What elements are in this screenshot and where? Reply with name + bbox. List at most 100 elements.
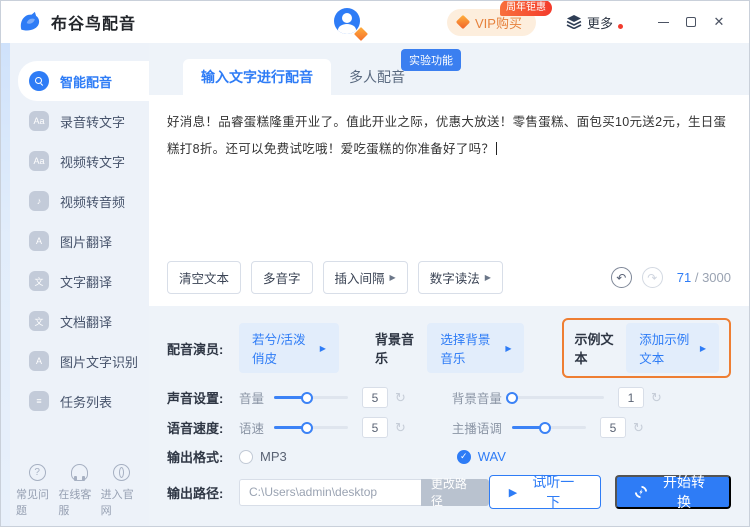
speed-row: 语音速度: 语速 5 ↻ 主播语调 5 ↻ (167, 417, 731, 438)
radio-unchecked-icon (239, 449, 253, 464)
preview-button[interactable]: ▶ 试听一下 (488, 474, 602, 510)
customer-service-button[interactable]: 在线客服 (58, 464, 100, 518)
sidebar-item-label: 智能配音 (60, 74, 113, 90)
speed-slider-handle[interactable] (300, 421, 313, 434)
add-sample-text-button[interactable]: 添加示例文本 ▶ (626, 323, 719, 373)
volume-reset-icon[interactable]: ↻ (395, 390, 406, 406)
sound-row: 声音设置: 音量 5 ↻ 背景音量 1 ↻ (167, 387, 731, 408)
notification-dot (618, 23, 623, 29)
app-window: 布谷鸟配音 VIP购买 周年钜惠 更多 ✕ 智能配音 Aa 录音转文字 Aa 视… (0, 0, 750, 527)
caret-right-icon: ▶ (484, 273, 491, 282)
sidebar-item-ocr[interactable]: A 图片文字识别 (1, 341, 149, 381)
bg-volume-reset-icon[interactable]: ↻ (651, 390, 662, 406)
tab-bar: 输入文字进行配音 多人配音 (183, 59, 749, 95)
bg-volume-label: 背景音量 (451, 392, 502, 406)
speed-value[interactable]: 5 (362, 417, 389, 438)
speech-speed-label: 语音速度: (167, 421, 224, 436)
editor-toolbar: 清空文本 多音字 插入间隔 ▶ 数字读法 ▶ ↶ ↷ 71 / 3000 (167, 261, 731, 294)
format-option-wav[interactable]: ✓ WAV (456, 449, 506, 464)
bgm-select[interactable]: 选择背景音乐 ▶ (427, 323, 525, 373)
format-option-mp3[interactable]: MP3 (239, 449, 287, 464)
close-button[interactable]: ✕ (705, 8, 733, 36)
faq-label: 常见问题 (16, 489, 49, 517)
volume-slider[interactable] (274, 391, 349, 404)
main-panel: 实验功能 输入文字进行配音 多人配音 好消息！品睿蛋糕隆重开业了。值此开业之际，… (149, 43, 749, 526)
audio-to-text-icon: Aa (29, 111, 49, 131)
app-title: 布谷鸟配音 (51, 16, 137, 33)
sidebar-item-doc-translate[interactable]: 文 文档翻译 (1, 301, 149, 341)
layers-icon (566, 15, 582, 29)
caret-right-icon: ▶ (505, 343, 512, 353)
bg-volume-slider-handle[interactable] (505, 391, 518, 404)
sidebar-item-label: 图片文字识别 (60, 354, 139, 370)
sidebar-item-label: 文档翻译 (60, 314, 113, 330)
vip-purchase-button[interactable]: VIP购买 周年钜惠 (447, 1, 552, 36)
text-editor: 好消息！品睿蛋糕隆重开业了。值此开业之际，优惠大放送！零售蛋糕、面包买10元送2… (149, 95, 749, 306)
clear-text-button[interactable]: 清空文本 (167, 261, 242, 294)
magnifier-icon (35, 77, 43, 85)
customer-service-label: 在线客服 (58, 489, 92, 517)
undo-button[interactable]: ↶ (610, 267, 632, 288)
maximize-icon (686, 17, 696, 27)
minimize-icon (657, 21, 669, 23)
video-to-audio-icon: ♪ (29, 191, 49, 211)
sidebar-item-label: 视频转文字 (60, 154, 126, 170)
volume-value[interactable]: 5 (362, 387, 389, 408)
bgm-label: 背景音乐 (374, 332, 414, 366)
sidebar-item-label: 视频转音频 (60, 194, 126, 210)
caret-right-icon: ▶ (319, 343, 326, 353)
change-path-button[interactable]: 更改路径 (420, 477, 489, 508)
website-label: 进入官网 (100, 489, 134, 517)
dubbing-text-input[interactable]: 好消息！品睿蛋糕隆重开业了。值此开业之际，优惠大放送！零售蛋糕、面包买10元送2… (167, 109, 731, 261)
task-list-icon: ≡ (29, 391, 49, 411)
customer-service-icon (70, 464, 88, 481)
sidebar-footer: ? 常见问题 在线客服 进入官网 (10, 464, 149, 518)
video-to-text-icon: Aa (29, 151, 49, 171)
sidebar: 智能配音 Aa 录音转文字 Aa 视频转文字 ♪ 视频转音频 A 图片翻译 文 … (1, 43, 149, 526)
faq-button[interactable]: ? 常见问题 (16, 464, 58, 518)
close-icon: ✕ (713, 14, 725, 29)
doc-translate-icon: 文 (29, 311, 49, 331)
number-reading-button[interactable]: 数字读法 ▶ (417, 261, 503, 294)
redo-button[interactable]: ↷ (641, 267, 663, 288)
more-label: 更多 (586, 15, 613, 31)
website-button[interactable]: 进入官网 (101, 464, 143, 518)
anniversary-sale-badge: 周年钜惠 (499, 1, 552, 16)
sidebar-item-task-list[interactable]: ≡ 任务列表 (1, 381, 149, 421)
tone-reset-icon[interactable]: ↻ (633, 420, 644, 436)
volume-slider-handle[interactable] (300, 391, 313, 404)
sidebar-item-smart-dubbing[interactable]: 智能配音 (18, 61, 149, 101)
tone-value[interactable]: 5 (599, 417, 626, 438)
bg-volume-slider[interactable] (505, 391, 604, 404)
sidebar-item-audio-to-text[interactable]: Aa 录音转文字 (1, 101, 149, 141)
voice-actor-select[interactable]: 若兮/活泼俏皮 ▶ (239, 323, 339, 373)
more-menu-button[interactable]: 更多 (566, 13, 623, 32)
user-avatar[interactable] (334, 8, 370, 43)
settings-panel: 配音演员: 若兮/活泼俏皮 ▶ 背景音乐 选择背景音乐 ▶ 示例文本 添加示例文… (149, 306, 749, 526)
tab-text-dubbing[interactable]: 输入文字进行配音 (183, 59, 331, 95)
text-translate-icon: 文 (29, 271, 49, 291)
insert-pause-button[interactable]: 插入间隔 ▶ (322, 261, 408, 294)
bird-logo-icon (20, 11, 40, 31)
output-path-input[interactable]: C:\Users\admin\desktop (239, 478, 421, 506)
app-logo: 布谷鸟配音 (17, 9, 136, 35)
tone-slider-handle[interactable] (538, 421, 551, 434)
titlebar: 布谷鸟配音 VIP购买 周年钜惠 更多 ✕ (1, 1, 749, 43)
speed-reset-icon[interactable]: ↻ (395, 420, 406, 436)
polyphone-button[interactable]: 多音字 (251, 261, 313, 294)
sidebar-item-image-translate[interactable]: A 图片翻译 (1, 221, 149, 261)
sidebar-item-video-to-audio[interactable]: ♪ 视频转音频 (1, 181, 149, 221)
tone-slider[interactable] (511, 421, 586, 434)
minimize-button[interactable] (649, 8, 677, 36)
start-convert-button[interactable]: 开始转换 (615, 474, 731, 510)
speed-slider[interactable] (274, 421, 349, 434)
sidebar-item-video-to-text[interactable]: Aa 视频转文字 (1, 141, 149, 181)
faq-icon: ? (28, 464, 46, 481)
bg-volume-value[interactable]: 1 (617, 387, 644, 408)
output-format-label: 输出格式: (167, 450, 224, 465)
maximize-button[interactable] (677, 8, 705, 36)
sidebar-item-label: 图片翻译 (60, 234, 113, 250)
sample-text-highlight: 示例文本 添加示例文本 ▶ (562, 318, 731, 378)
sidebar-item-label: 任务列表 (60, 394, 113, 410)
sidebar-item-text-translate[interactable]: 文 文字翻译 (1, 261, 149, 301)
